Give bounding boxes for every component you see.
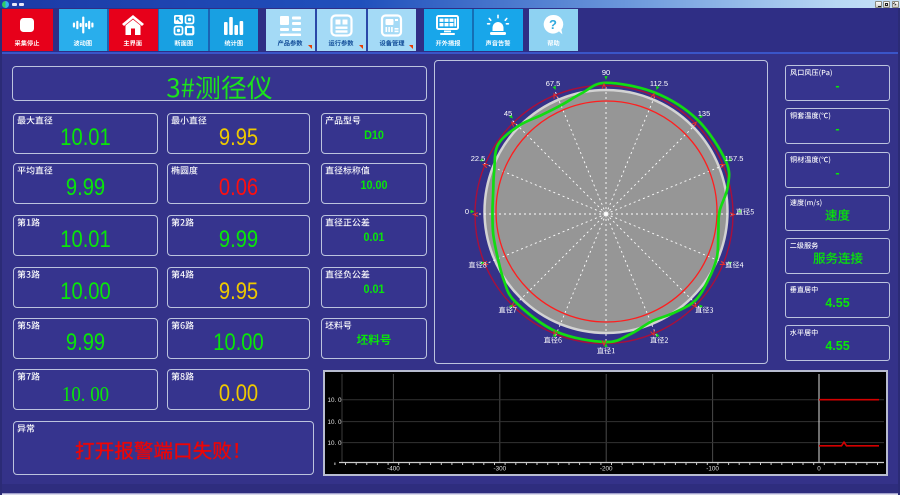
- svg-text:?: ?: [549, 17, 557, 32]
- svg-text:-300: -300: [493, 466, 506, 473]
- svg-text:112.5: 112.5: [650, 79, 668, 88]
- svg-text:10. 0: 10. 0: [328, 440, 343, 447]
- svg-text:10. 0: 10. 0: [328, 397, 343, 404]
- svg-text:0: 0: [465, 207, 469, 216]
- svg-text:-200: -200: [600, 466, 613, 473]
- svg-text:-100: -100: [706, 466, 719, 473]
- svg-text:45: 45: [504, 109, 512, 118]
- svg-text:10. 0: 10. 0: [328, 419, 343, 426]
- svg-text:90: 90: [602, 68, 610, 77]
- svg-text:67.5: 67.5: [546, 79, 561, 88]
- svg-text:-400: -400: [387, 466, 400, 473]
- svg-text:135: 135: [698, 109, 711, 118]
- svg-text:22.5: 22.5: [471, 154, 486, 163]
- svg-text:157.5: 157.5: [725, 154, 744, 163]
- svg-text:0: 0: [817, 466, 821, 473]
